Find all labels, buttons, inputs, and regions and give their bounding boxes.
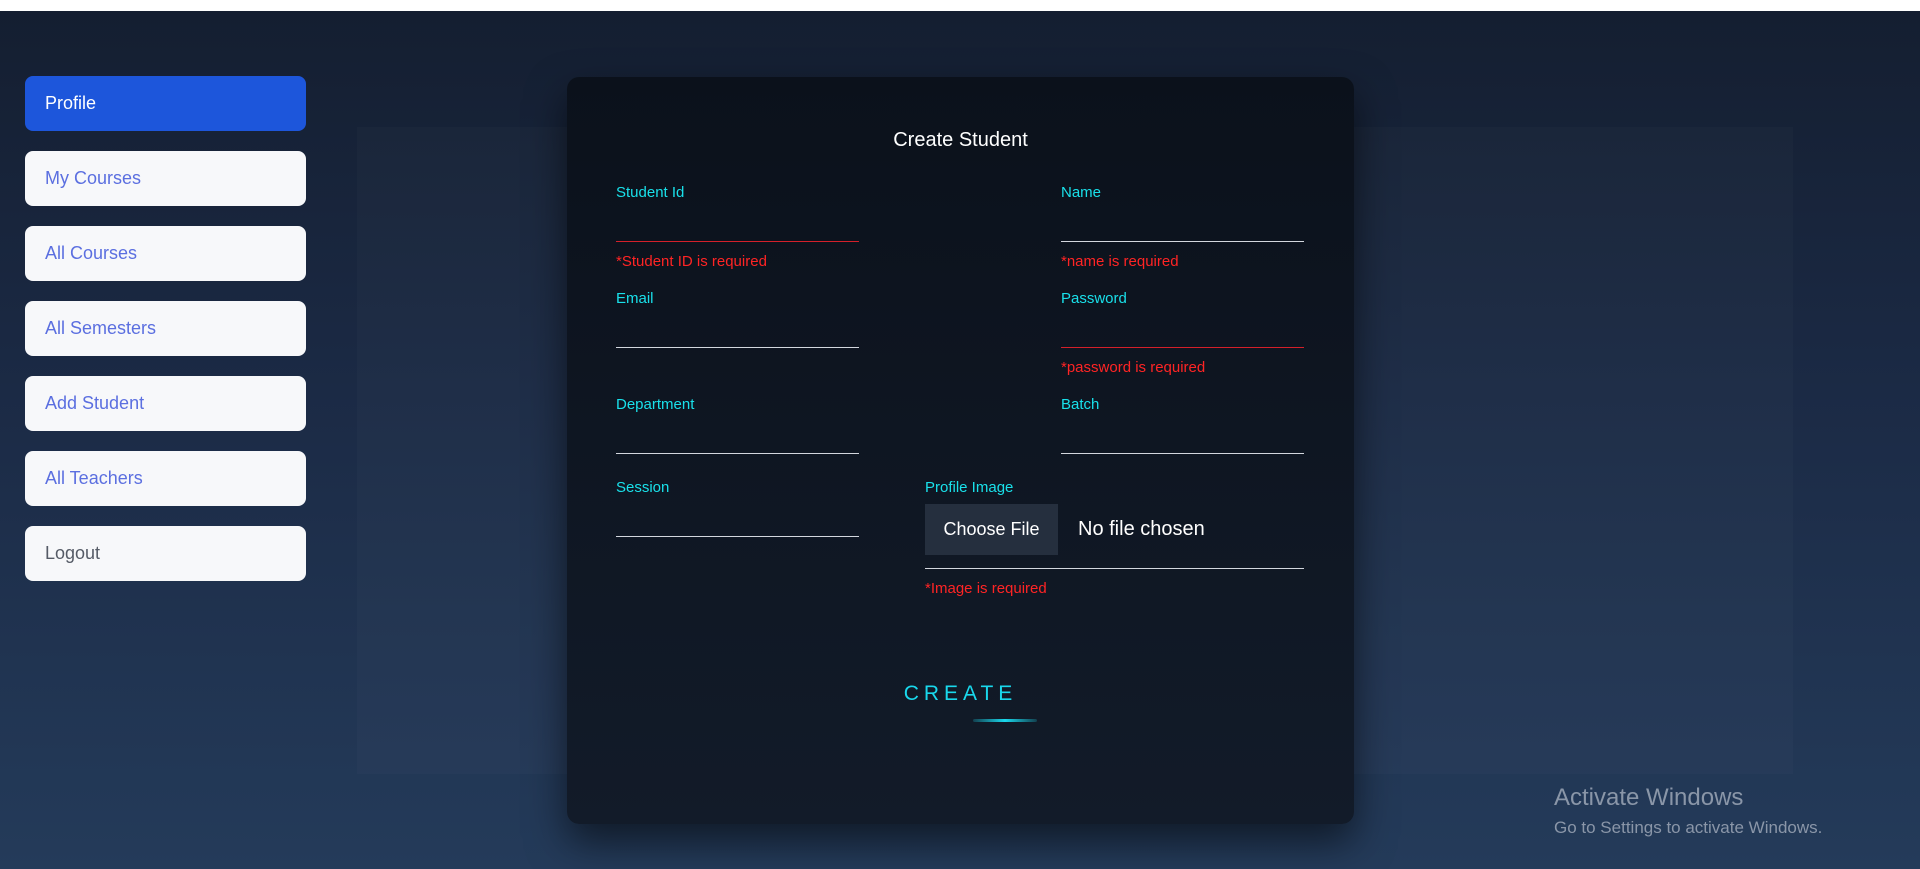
sidebar-item-all-teachers[interactable]: All Teachers [25,451,306,506]
name-input[interactable] [1061,216,1304,242]
sidebar-item-all-courses[interactable]: All Courses [25,226,306,281]
windows-activation-watermark: Activate Windows Go to Settings to activ… [1554,784,1822,838]
student-id-field: Student Id *Student ID is required [616,184,859,270]
watermark-title: Activate Windows [1554,784,1744,811]
watermark-subtitle: Go to Settings to activate Windows. [1554,818,1823,837]
student-id-input[interactable] [616,216,859,242]
create-button-underline [973,719,1037,722]
form-title: Create Student [893,129,1028,151]
choose-file-button[interactable]: Choose File [925,504,1058,555]
password-field: Password *password is required [1061,290,1304,376]
name-error: *name is required [1061,253,1179,270]
create-student-card: Create Student Student Id *Student ID is… [567,77,1354,824]
batch-input[interactable] [1061,428,1304,454]
password-input[interactable] [1061,322,1304,348]
department-field: Department [616,396,859,454]
create-button[interactable]: CREATE [567,682,1354,706]
batch-label: Batch [1061,396,1100,413]
profile-image-error: *Image is required [925,580,1047,597]
sidebar-item-profile[interactable]: Profile [25,76,306,131]
password-label: Password [1061,290,1127,307]
email-label: Email [616,290,654,307]
profile-image-field: Profile Image Choose File No file chosen… [925,479,1304,597]
browser-top-strip [0,0,1920,11]
email-input[interactable] [616,322,859,348]
sidebar-nav: Profile My Courses All Courses All Semes… [25,76,306,601]
student-id-error: *Student ID is required [616,253,767,270]
password-error: *password is required [1061,359,1206,376]
department-input[interactable] [616,428,859,454]
session-field: Session [616,479,859,537]
sidebar-item-all-semesters[interactable]: All Semesters [25,301,306,356]
sidebar-item-add-student[interactable]: Add Student [25,376,306,431]
session-label: Session [616,479,670,496]
sidebar-item-my-courses[interactable]: My Courses [25,151,306,206]
file-picker: Choose File No file chosen [925,504,1304,569]
student-id-label: Student Id [616,184,685,201]
name-field: Name *name is required [1061,184,1304,270]
name-label: Name [1061,184,1102,201]
batch-field: Batch [1061,396,1304,454]
sidebar-item-logout[interactable]: Logout [25,526,306,581]
profile-image-label: Profile Image [925,479,1014,496]
file-status-text: No file chosen [1078,518,1205,540]
department-label: Department [616,396,695,413]
email-field: Email [616,290,859,348]
session-input[interactable] [616,511,859,537]
